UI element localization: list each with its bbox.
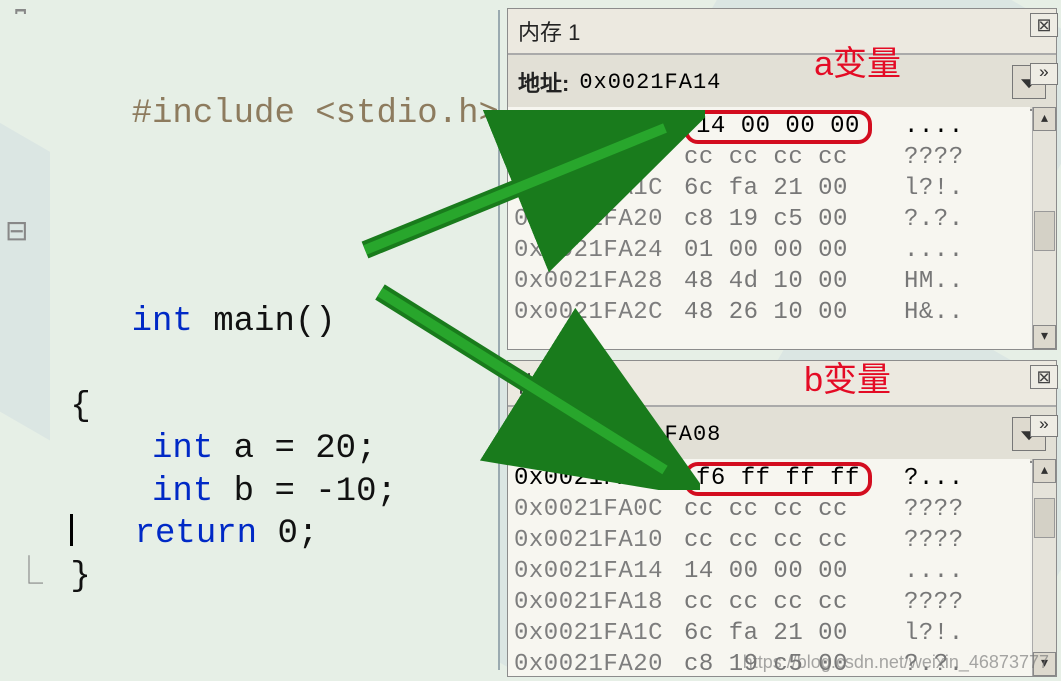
scroll-thumb[interactable]	[1034, 211, 1055, 251]
memory-row-ascii: l?!.	[904, 618, 964, 649]
memory-2-body[interactable]: 0x0021FA08f6 ff ff ff?...0x0021FA0Ccc cc…	[508, 459, 1030, 676]
memory-1-body[interactable]: 0x0021FA1414 00 00 00....0x0021FA18cc cc…	[508, 107, 1030, 349]
memory-row[interactable]: 0x0021FA1C6c fa 21 00l?!.	[514, 618, 1024, 649]
memory-1-scrollbar[interactable]: ▴ ▾	[1032, 107, 1056, 349]
memory-row[interactable]: 0x0021FA08f6 ff ff ff?...	[514, 463, 1024, 494]
memory-panel-2: 内存 2 ⊠ 地址: 0x0021FA08 » 0x0021FA08f6 ff …	[507, 360, 1057, 677]
kw-int: int	[132, 303, 193, 341]
address-label: 地址:	[518, 418, 569, 450]
memory-row-hex: c8 19 c5 00	[684, 204, 904, 235]
memory-row-ascii: HM..	[904, 266, 964, 297]
memory-row-ascii: ....	[904, 111, 964, 142]
watermark-text: https://blog.csdn.net/weixin_46873777	[743, 652, 1049, 673]
memory-row-ascii: ????	[904, 142, 964, 173]
memory-row[interactable]: 0x0021FA2848 4d 10 00HM..	[514, 266, 1024, 297]
kw-return: return	[135, 515, 257, 553]
memory-row-hex: cc cc cc cc	[684, 525, 904, 556]
brace-close: }	[70, 558, 90, 596]
scroll-up-icon[interactable]: ▴	[1033, 107, 1056, 131]
memory-row-hex: f6 ff ff ff	[684, 463, 904, 494]
main-fn: main()	[213, 303, 335, 341]
scroll-down-icon[interactable]: ▾	[1033, 325, 1056, 349]
close-icon[interactable]: ⊠	[1030, 13, 1058, 37]
brace-open: {	[50, 386, 498, 429]
memory-row[interactable]: 0x0021FA1414 00 00 00....	[514, 556, 1024, 587]
memory-row-hex: 48 4d 10 00	[684, 266, 904, 297]
memory-row[interactable]: 0x0021FA10cc cc cc cc????	[514, 525, 1024, 556]
address-input[interactable]: 0x0021FA14	[579, 70, 1012, 95]
text-cursor	[70, 514, 73, 546]
memory-row-ascii: H&..	[904, 297, 964, 328]
fold-end-mark: ⎿	[15, 556, 43, 591]
memory-2-title: 内存 2	[518, 372, 580, 397]
decl-a: a = 20;	[213, 430, 376, 468]
highlighted-hex: f6 ff ff ff	[684, 462, 872, 496]
fold-mark: ⎴	[15, 10, 26, 45]
memory-row-hex: 6c fa 21 00	[684, 173, 904, 204]
step-icon[interactable]: »	[1030, 415, 1058, 437]
memory-row[interactable]: 0x0021FA18cc cc cc cc????	[514, 587, 1024, 618]
memory-row-ascii: l?!.	[904, 173, 964, 204]
memory-row-address: 0x0021FA18	[514, 587, 684, 618]
code-editor[interactable]: ⎴ #include <stdio.h> ⊟ int main() { int …	[50, 10, 500, 670]
memory-row[interactable]: 0x0021FA20c8 19 c5 00?.?.	[514, 204, 1024, 235]
memory-row-hex: 01 00 00 00	[684, 235, 904, 266]
memory-row-hex: 6c fa 21 00	[684, 618, 904, 649]
memory-row-address: 0x0021FA0C	[514, 494, 684, 525]
memory-row-address: 0x0021FA20	[514, 649, 684, 676]
kw-int-a: int	[152, 430, 213, 468]
memory-row-address: 0x0021FA28	[514, 266, 684, 297]
memory-row-ascii: ?...	[904, 463, 964, 494]
memory-row[interactable]: 0x0021FA18cc cc cc cc????	[514, 142, 1024, 173]
include-directive: #include	[132, 95, 295, 133]
memory-row-address: 0x0021FA14	[514, 111, 684, 142]
include-header: <stdio.h>	[315, 95, 499, 133]
memory-row-address: 0x0021FA08	[514, 463, 684, 494]
kw-int-b: int	[152, 473, 213, 511]
fold-minus-icon[interactable]: ⊟	[5, 216, 28, 251]
memory-row[interactable]: 0x0021FA2401 00 00 00....	[514, 235, 1024, 266]
memory-row-hex: 48 26 10 00	[684, 297, 904, 328]
return-val: 0;	[257, 515, 318, 553]
memory-panel-1: 内存 1 ⊠ 地址: 0x0021FA14 » 0x0021FA1414 00 …	[507, 8, 1057, 350]
memory-row-address: 0x0021FA14	[514, 556, 684, 587]
memory-row[interactable]: 0x0021FA1414 00 00 00....	[514, 111, 1024, 142]
scroll-thumb[interactable]	[1034, 498, 1055, 538]
highlighted-hex: 14 00 00 00	[684, 110, 872, 144]
memory-row-address: 0x0021FA10	[514, 525, 684, 556]
memory-row[interactable]: 0x0021FA2C48 26 10 00H&..	[514, 297, 1024, 328]
memory-row-address: 0x0021FA2C	[514, 297, 684, 328]
memory-row-ascii: ....	[904, 556, 964, 587]
memory-row[interactable]: 0x0021FA0Ccc cc cc cc????	[514, 494, 1024, 525]
memory-row-hex: 14 00 00 00	[684, 556, 904, 587]
memory-row-hex: cc cc cc cc	[684, 587, 904, 618]
memory-row-address: 0x0021FA1C	[514, 173, 684, 204]
memory-row-ascii: ????	[904, 525, 964, 556]
memory-2-scrollbar[interactable]: ▴ ▾	[1032, 459, 1056, 676]
memory-row-address: 0x0021FA24	[514, 235, 684, 266]
address-label: 地址:	[518, 66, 569, 98]
memory-row-ascii: ?.?.	[904, 204, 964, 235]
b-variable-label: b变量	[804, 352, 891, 401]
memory-1-title: 内存 1	[518, 20, 580, 45]
memory-row-address: 0x0021FA20	[514, 204, 684, 235]
memory-row-hex: cc cc cc cc	[684, 142, 904, 173]
memory-row-address: 0x0021FA18	[514, 142, 684, 173]
memory-row-ascii: ????	[904, 494, 964, 525]
step-icon[interactable]: »	[1030, 63, 1058, 85]
memory-row[interactable]: 0x0021FA1C6c fa 21 00l?!.	[514, 173, 1024, 204]
address-input[interactable]: 0x0021FA08	[579, 422, 1012, 447]
decl-b: b = -10;	[213, 473, 397, 511]
memory-row-address: 0x0021FA1C	[514, 618, 684, 649]
memory-row-hex: 14 00 00 00	[684, 111, 904, 142]
close-icon[interactable]: ⊠	[1030, 365, 1058, 389]
memory-row-ascii: ????	[904, 587, 964, 618]
memory-row-ascii: ....	[904, 235, 964, 266]
scroll-up-icon[interactable]: ▴	[1033, 459, 1056, 483]
memory-row-hex: cc cc cc cc	[684, 494, 904, 525]
a-variable-label: a变量	[814, 36, 901, 85]
